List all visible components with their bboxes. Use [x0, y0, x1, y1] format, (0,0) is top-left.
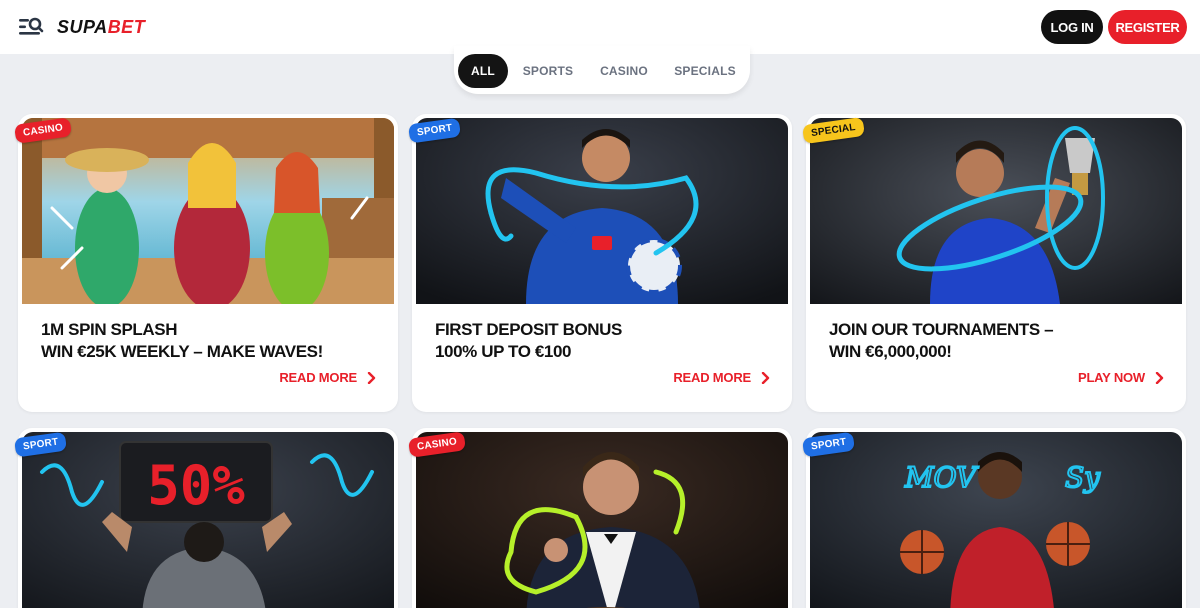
promo-card-tournaments[interactable]: SPECIAL JOIN OUR TOURNAMENTS – WIN €6,00…	[801, 114, 1186, 412]
image-text-a: MOV	[904, 461, 979, 494]
promo-card-first-deposit[interactable]: SPORT FIRST DEPOSIT BONUS 100% UP TO €10…	[407, 114, 792, 412]
promo-title: FIRST DEPOSIT BONUS 100% UP TO €100	[435, 319, 622, 363]
tab-casino[interactable]: CASINO	[592, 54, 656, 88]
promo-image	[810, 118, 1182, 304]
promo-card-sport-50[interactable]: SPORT 50%	[13, 428, 398, 608]
tab-sports[interactable]: SPORTS	[516, 54, 580, 88]
read-more-link[interactable]: READ MORE	[673, 370, 770, 385]
promo-card-sport-basketball[interactable]: SPORT MOV Sy	[801, 428, 1186, 608]
logo-text-a: SUPA	[57, 17, 108, 37]
chevron-right-icon	[1155, 371, 1164, 384]
promo-title-line2: WIN €25K WEEKLY – MAKE WAVES!	[41, 342, 323, 361]
promo-image: MOV Sy	[810, 432, 1182, 608]
tab-specials[interactable]: SPECIALS	[668, 54, 742, 88]
cta-label: PLAY NOW	[1077, 370, 1145, 385]
cta-label: READ MORE	[279, 370, 357, 385]
scoreboard-text: 50%	[147, 454, 245, 517]
read-more-link[interactable]: READ MORE	[279, 370, 376, 385]
promo-title-line1: JOIN OUR TOURNAMENTS –	[829, 320, 1054, 339]
promo-image: 50%	[22, 432, 394, 608]
chevron-right-icon	[367, 371, 376, 384]
logo-text-b: BET	[107, 17, 146, 37]
promo-card-spin-splash[interactable]: CASINO 1M SPIN SPLASH WIN €25K WEEKLY – …	[13, 114, 398, 412]
promo-title-line2: WIN €6,000,000!	[829, 342, 952, 361]
play-now-link[interactable]: PLAY NOW	[1078, 370, 1164, 385]
menu-search-icon[interactable]	[18, 16, 44, 38]
register-button[interactable]: REGISTER	[1108, 10, 1187, 44]
image-text-b: Sy	[1065, 461, 1101, 494]
chevron-right-icon	[761, 371, 770, 384]
promo-image	[416, 432, 788, 608]
login-button[interactable]: LOG IN	[1041, 10, 1103, 44]
promo-image	[22, 118, 394, 304]
promo-title: 1M SPIN SPLASH WIN €25K WEEKLY – MAKE WA…	[41, 319, 323, 363]
promo-image	[416, 118, 788, 304]
logo[interactable]: SUPABET	[57, 17, 145, 38]
tab-all[interactable]: ALL	[458, 54, 508, 88]
promo-card-casino-dealer[interactable]: CASINO	[407, 428, 792, 608]
cta-label: READ MORE	[673, 370, 751, 385]
promo-title-line1: 1M SPIN SPLASH	[41, 320, 178, 339]
category-filter: ALL SPORTS CASINO SPECIALS	[454, 46, 750, 94]
promo-title: JOIN OUR TOURNAMENTS – WIN €6,000,000!	[829, 319, 1054, 363]
promo-title-line1: FIRST DEPOSIT BONUS	[435, 320, 622, 339]
promo-title-line2: 100% UP TO €100	[435, 342, 572, 361]
